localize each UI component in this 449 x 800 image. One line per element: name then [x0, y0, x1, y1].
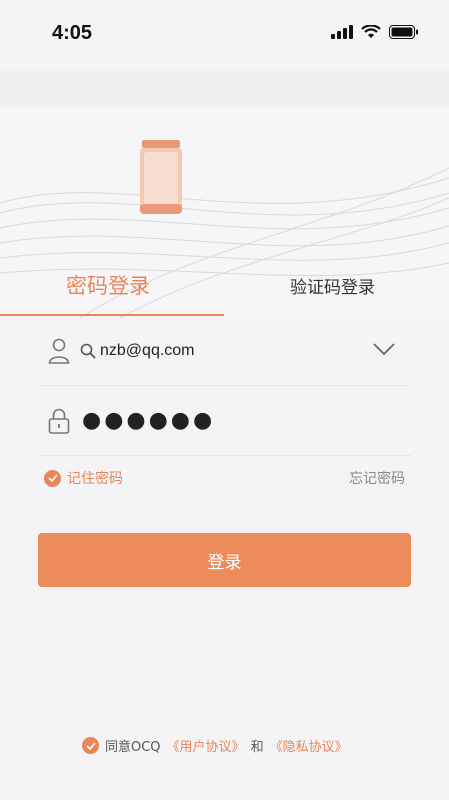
battery-icon	[389, 25, 418, 39]
user-agreement-link[interactable]: 《用户协议》	[167, 736, 245, 755]
agreement-row: 同意OCQ 《用户协议》 和 《隐私协议》	[82, 736, 348, 755]
login-options: 记住密码 忘记密码	[38, 464, 411, 494]
remember-password-checkbox[interactable]: 记住密码	[44, 468, 123, 488]
forgot-password-link[interactable]: 忘记密码	[349, 468, 405, 488]
email-input[interactable]: nzb@qq.com	[100, 342, 195, 360]
wifi-icon	[361, 25, 381, 38]
login-button[interactable]: 登录	[38, 533, 411, 587]
status-time: 4:05	[52, 22, 93, 44]
privacy-agreement-link[interactable]: 《隐私协议》	[270, 736, 348, 755]
user-icon	[48, 338, 70, 364]
status-icons	[331, 25, 419, 39]
top-banner	[0, 70, 449, 108]
app-logo	[140, 140, 182, 214]
password-input[interactable]: ●●●●●●	[82, 408, 215, 433]
signal-icon	[331, 25, 353, 39]
search-icon	[80, 343, 96, 359]
chevron-down-icon[interactable]	[373, 343, 395, 355]
tab-code-login[interactable]: 验证码登录	[290, 273, 375, 298]
password-field[interactable]: ●●●●●●	[38, 388, 411, 456]
check-icon	[44, 469, 61, 487]
active-tab-underline	[0, 314, 224, 316]
agreement-and: 和	[250, 740, 264, 755]
email-field[interactable]: nzb@qq.com	[38, 318, 411, 386]
login-tabs: 密码登录 验证码登录	[0, 260, 449, 318]
agreement-prefix: 同意OCQ	[105, 740, 161, 755]
agreement-check-icon[interactable]	[82, 737, 99, 754]
lock-icon	[48, 408, 70, 434]
status-bar: 4:05	[0, 0, 449, 70]
tab-password-login[interactable]: 密码登录	[66, 270, 150, 300]
remember-password-label: 记住密码	[67, 471, 123, 487]
